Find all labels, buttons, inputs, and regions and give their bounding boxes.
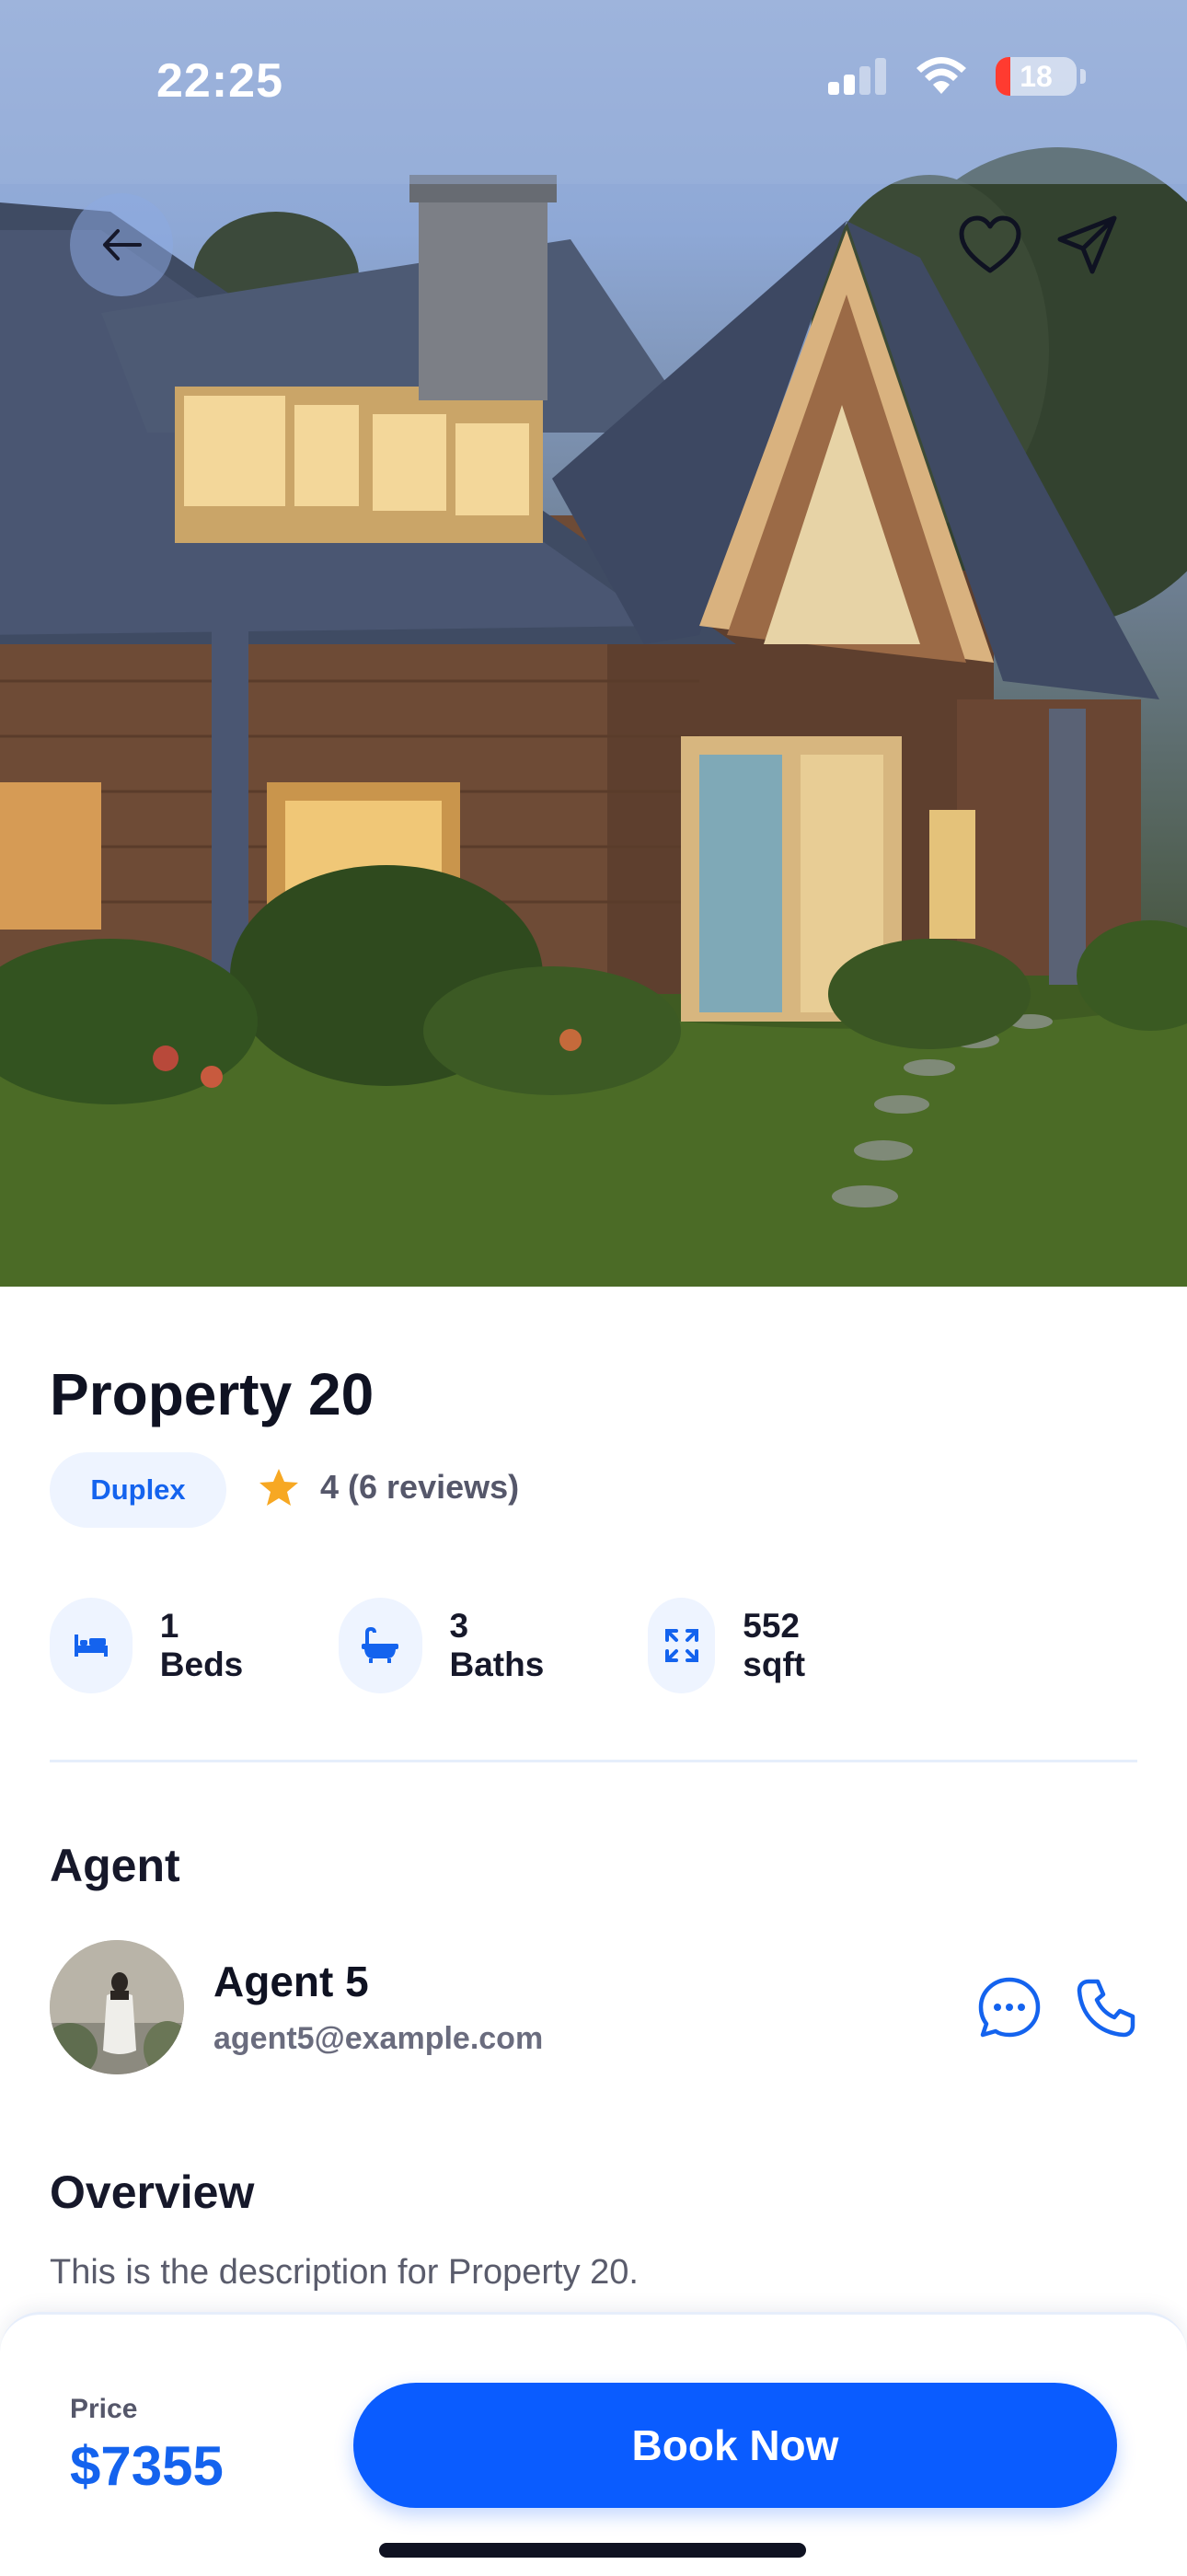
overview-section-title: Overview (50, 2166, 255, 2218)
feature-baths-label: 3 Baths (449, 1607, 545, 1683)
expand-icon (648, 1598, 716, 1693)
arrow-left-icon (103, 229, 142, 260)
favorite-button[interactable] (939, 193, 1042, 296)
property-description: This is the description for Property 20. (50, 2253, 639, 2292)
wifi-icon (916, 57, 966, 94)
star-icon (259, 1469, 298, 1506)
property-hero-image: 22:25 18 (0, 0, 1187, 1287)
status-time: 22:25 (156, 54, 283, 108)
avatar[interactable] (50, 1940, 184, 2074)
rating: 4 (6 reviews) (258, 1467, 519, 1507)
call-agent-button[interactable] (1067, 1970, 1145, 2047)
book-now-button[interactable]: Book Now (353, 2383, 1117, 2508)
phone-icon (1077, 1979, 1135, 2038)
send-icon (1057, 215, 1117, 274)
message-agent-button[interactable] (971, 1970, 1048, 2047)
property-title: Property 20 (50, 1361, 375, 1427)
bathtub-icon (339, 1598, 422, 1693)
feature-area-label: 552 sqft (743, 1607, 806, 1683)
back-button[interactable] (70, 193, 173, 296)
battery-tip (1080, 69, 1086, 84)
battery-level: 18 (1020, 59, 1053, 93)
section-divider (50, 1760, 1137, 1762)
agent-section-title: Agent (50, 1840, 180, 1891)
booking-bar: Price $7355 Book Now (0, 2312, 1187, 2576)
price-value: $7355 (70, 2435, 224, 2497)
agent-name: Agent 5 (213, 1958, 369, 2005)
chat-bubble-icon (978, 1977, 1041, 2038)
heart-icon (959, 215, 1021, 273)
feature-beds: 1 Beds (50, 1598, 256, 1693)
battery-icon: 18 (996, 57, 1077, 96)
property-type-badge: Duplex (50, 1452, 226, 1528)
price-label: Price (70, 2394, 138, 2424)
agent-photo (50, 1940, 184, 2074)
home-indicator (379, 2543, 806, 2558)
feature-beds-label: 1 Beds (159, 1607, 244, 1683)
bed-icon (50, 1598, 133, 1693)
agent-email: agent5@example.com (213, 2021, 544, 2056)
feature-baths: 3 Baths (339, 1598, 557, 1693)
cellular-signal-icon (828, 58, 886, 95)
share-button[interactable] (1036, 193, 1139, 296)
status-icons: 18 (828, 57, 1086, 96)
rating-text: 4 (6 reviews) (320, 1468, 520, 1506)
status-bar: 22:25 18 (0, 0, 1187, 156)
feature-area: 552 sqft (648, 1598, 834, 1693)
house-illustration (0, 0, 1187, 1287)
